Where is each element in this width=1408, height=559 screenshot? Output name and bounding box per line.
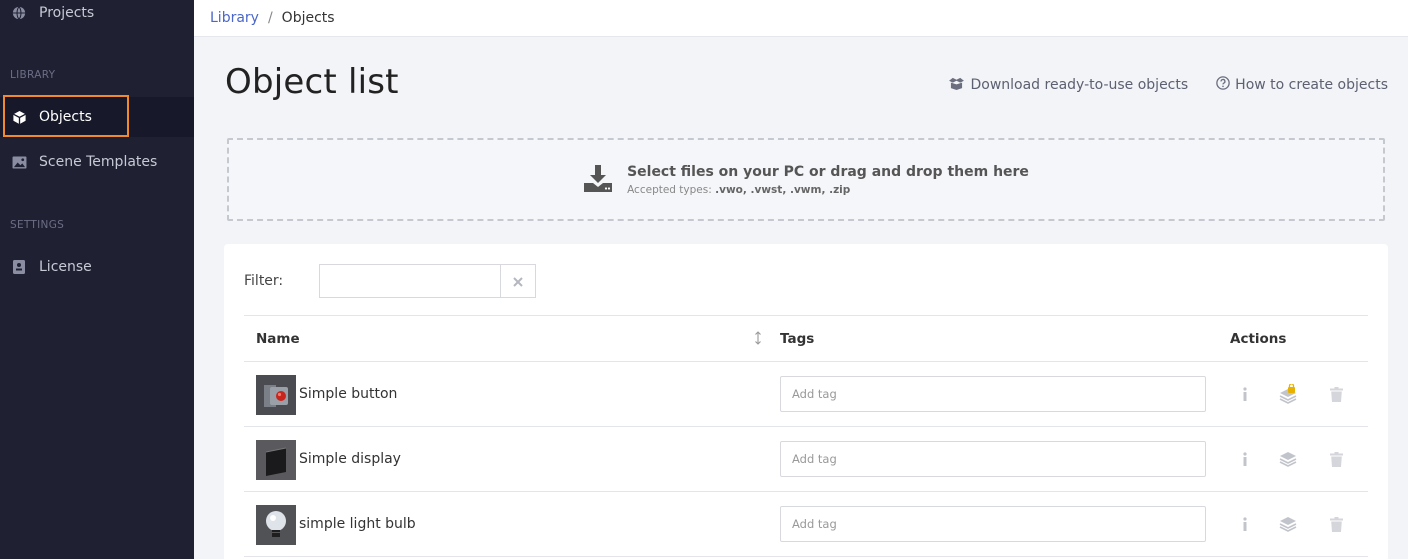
globe-icon (11, 5, 27, 21)
breadcrumb-separator: / (267, 10, 273, 26)
object-thumbnail (256, 440, 296, 480)
how-to-create-link[interactable]: How to create objects (1216, 76, 1388, 94)
object-name: Simple button (299, 386, 398, 402)
breadcrumb: Library / Objects (194, 0, 1408, 37)
column-header-tags: Tags (780, 331, 815, 347)
download-objects-label: Download ready-to-use objects (970, 77, 1189, 93)
close-icon (513, 272, 523, 291)
sidebar-item-objects[interactable]: Objects (0, 97, 194, 137)
add-tag-input[interactable] (780, 506, 1206, 542)
download-objects-link[interactable]: Download ready-to-use objects (948, 76, 1188, 94)
sidebar-item-license[interactable]: License (0, 247, 194, 287)
download-icon (583, 163, 613, 197)
layers-icon[interactable] (1278, 514, 1298, 534)
cube-icon (11, 109, 27, 125)
object-thumbnail (256, 375, 296, 415)
file-dropzone[interactable]: Select files on your PC or drag and drop… (227, 138, 1385, 221)
box-open-icon (948, 77, 965, 94)
table-header: Name Tags Actions (244, 315, 1368, 362)
page-title: Object list (225, 62, 399, 102)
info-icon[interactable] (1235, 384, 1255, 404)
object-name: Simple display (299, 451, 401, 467)
table-row: Simple display (244, 427, 1368, 492)
locked-layers-icon[interactable] (1278, 384, 1298, 404)
sidebar-section-library: LIBRARY (10, 69, 56, 81)
table-row: Simple button (244, 362, 1368, 427)
dropzone-accepted-types: Accepted types: .vwo, .vwst, .vwm, .zip (627, 184, 1029, 196)
sidebar-item-label: License (39, 259, 92, 275)
breadcrumb-current: Objects (281, 10, 335, 26)
dropzone-title: Select files on your PC or drag and drop… (627, 163, 1029, 180)
object-list-card: Filter: Name Tags Actions Simple button (224, 244, 1388, 559)
object-thumbnail (256, 505, 296, 545)
info-icon[interactable] (1235, 449, 1255, 469)
sidebar: Projects LIBRARY Objects Scene Templates… (0, 0, 194, 559)
table-row: simple light bulb (244, 492, 1368, 557)
sidebar-item-label: Objects (39, 109, 92, 125)
objects-table: Name Tags Actions Simple button Add tag … (244, 315, 1368, 557)
add-tag-input[interactable] (780, 441, 1206, 477)
sidebar-item-label: Scene Templates (39, 154, 158, 170)
filter-input[interactable] (319, 264, 501, 298)
sidebar-item-projects[interactable]: Projects (0, 0, 194, 33)
column-header-actions: Actions (1230, 331, 1287, 347)
filter-clear-button[interactable] (500, 264, 536, 298)
accepted-types-value: .vwo, .vwst, .vwm, .zip (715, 183, 851, 196)
header-links: Download ready-to-use objects How to cre… (948, 76, 1388, 94)
object-name: simple light bulb (299, 516, 416, 532)
sidebar-section-settings: SETTINGS (10, 219, 65, 231)
accepted-types-prefix: Accepted types: (627, 183, 716, 196)
filter-label: Filter: (244, 273, 284, 289)
add-tag-input[interactable] (780, 376, 1206, 412)
breadcrumb-library-link[interactable]: Library (210, 10, 259, 26)
sidebar-item-label: Projects (39, 5, 95, 21)
column-header-name[interactable]: Name (256, 331, 300, 347)
trash-icon[interactable] (1326, 449, 1346, 469)
how-to-create-label: How to create objects (1235, 77, 1388, 93)
info-icon[interactable] (1235, 514, 1255, 534)
trash-icon[interactable] (1326, 514, 1346, 534)
question-circle-icon (1216, 76, 1230, 94)
id-badge-icon (11, 259, 27, 275)
trash-icon[interactable] (1326, 384, 1346, 404)
sort-icon[interactable] (754, 331, 762, 348)
image-icon (11, 154, 27, 170)
layers-icon[interactable] (1278, 449, 1298, 469)
sidebar-item-scene-templates[interactable]: Scene Templates (0, 142, 194, 182)
